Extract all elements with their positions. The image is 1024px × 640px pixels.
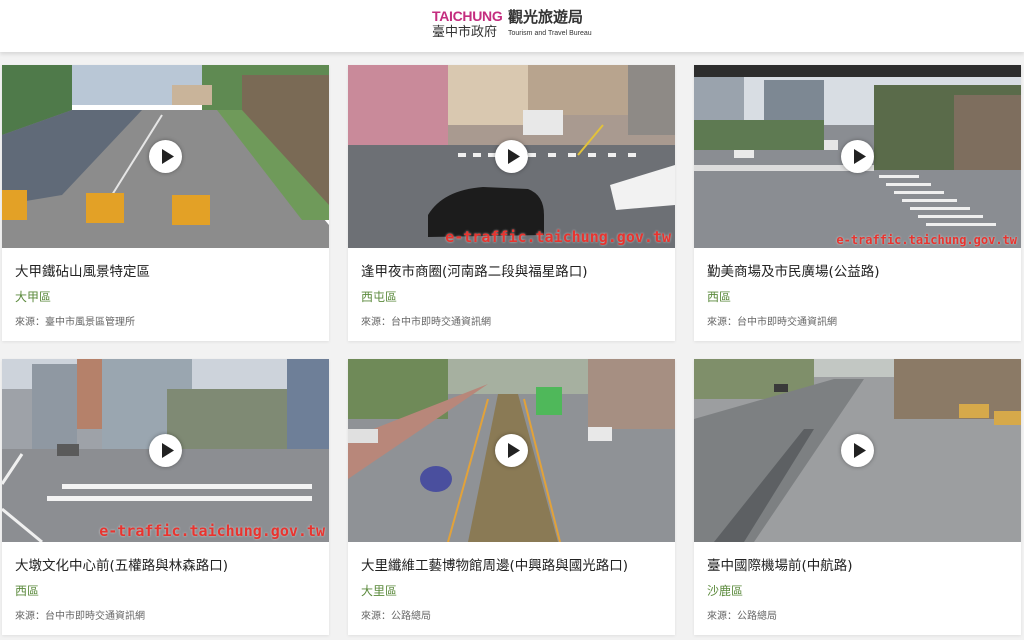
camera-source: 來源：台中市即時交通資訊網 [707, 317, 837, 328]
camera-district: 西區 [15, 584, 40, 598]
play-icon [508, 149, 520, 164]
play-icon [508, 443, 520, 458]
play-button[interactable] [841, 434, 874, 467]
camera-thumbnail[interactable]: e-traffic.taichung.gov.tw [348, 65, 675, 248]
camera-source: 來源：公路總局 [361, 611, 431, 622]
taichung-tourism-logo[interactable]: TAICHUNG 觀光旅遊局 臺中市政府 Tourism and Travel … [432, 8, 602, 44]
logo-english-text: Tourism and Travel Bureau [508, 30, 592, 37]
camera-title[interactable]: 逢甲夜市商圈(河南路二段與福星路口) [361, 260, 666, 280]
play-button[interactable] [495, 140, 528, 173]
camera-watermark: e-traffic.taichung.gov.tw [445, 228, 671, 246]
camera-card[interactable]: 臺中國際機場前(中航路) 沙鹿區 來源：公路總局 [694, 359, 1021, 635]
camera-title[interactable]: 大墩文化中心前(五權路與林森路口) [15, 554, 320, 574]
camera-title[interactable]: 大甲鐵砧山風景特定區 [15, 260, 320, 280]
play-button[interactable] [495, 434, 528, 467]
camera-district: 西屯區 [361, 290, 398, 304]
play-button[interactable] [149, 140, 182, 173]
camera-thumbnail[interactable]: e-traffic.taichung.gov.tw [2, 359, 329, 542]
play-icon [854, 149, 866, 164]
play-icon [854, 443, 866, 458]
camera-title[interactable]: 臺中國際機場前(中航路) [707, 554, 1012, 574]
camera-card[interactable]: 大甲鐵砧山風景特定區 大甲區 來源：臺中市風景區管理所 [2, 65, 329, 341]
camera-source: 來源：台中市即時交通資訊網 [361, 317, 491, 328]
play-icon [162, 443, 174, 458]
camera-card[interactable]: 大里纖維工藝博物館周邊(中興路與國光路口) 大里區 來源：公路總局 [348, 359, 675, 635]
camera-source: 來源：公路總局 [707, 611, 777, 622]
camera-card[interactable]: e-traffic.taichung.gov.tw 逢甲夜市商圈(河南路二段與福… [348, 65, 675, 341]
logo-brand-text: TAICHUNG [432, 8, 503, 24]
camera-district: 大里區 [361, 584, 398, 598]
logo-bureau-text: 觀光旅遊局 [508, 8, 584, 26]
camera-thumbnail[interactable] [2, 65, 329, 248]
camera-source: 來源：臺中市風景區管理所 [15, 317, 135, 328]
camera-thumbnail[interactable] [694, 359, 1021, 542]
camera-title[interactable]: 勤美商場及市民廣場(公益路) [707, 260, 1012, 280]
play-button[interactable] [149, 434, 182, 467]
camera-card[interactable]: e-traffic.taichung.gov.tw 勤美商場及市民廣場(公益路)… [694, 65, 1021, 341]
camera-district: 大甲區 [15, 290, 52, 304]
camera-source: 來源：台中市即時交通資訊網 [15, 611, 145, 622]
camera-watermark: e-traffic.taichung.gov.tw [99, 522, 325, 540]
camera-thumbnail[interactable] [348, 359, 675, 542]
camera-district: 沙鹿區 [707, 584, 744, 598]
camera-card[interactable]: e-traffic.taichung.gov.tw 大墩文化中心前(五權路與林森… [2, 359, 329, 635]
logo-city-text: 臺中市政府 [432, 25, 498, 40]
camera-thumbnail[interactable]: e-traffic.taichung.gov.tw [694, 65, 1021, 248]
site-header: TAICHUNG 觀光旅遊局 臺中市政府 Tourism and Travel … [0, 0, 1024, 52]
play-icon [162, 149, 174, 164]
play-button[interactable] [841, 140, 874, 173]
camera-title[interactable]: 大里纖維工藝博物館周邊(中興路與國光路口) [361, 554, 666, 574]
camera-watermark: e-traffic.taichung.gov.tw [836, 233, 1017, 247]
camera-district: 西區 [707, 290, 732, 304]
